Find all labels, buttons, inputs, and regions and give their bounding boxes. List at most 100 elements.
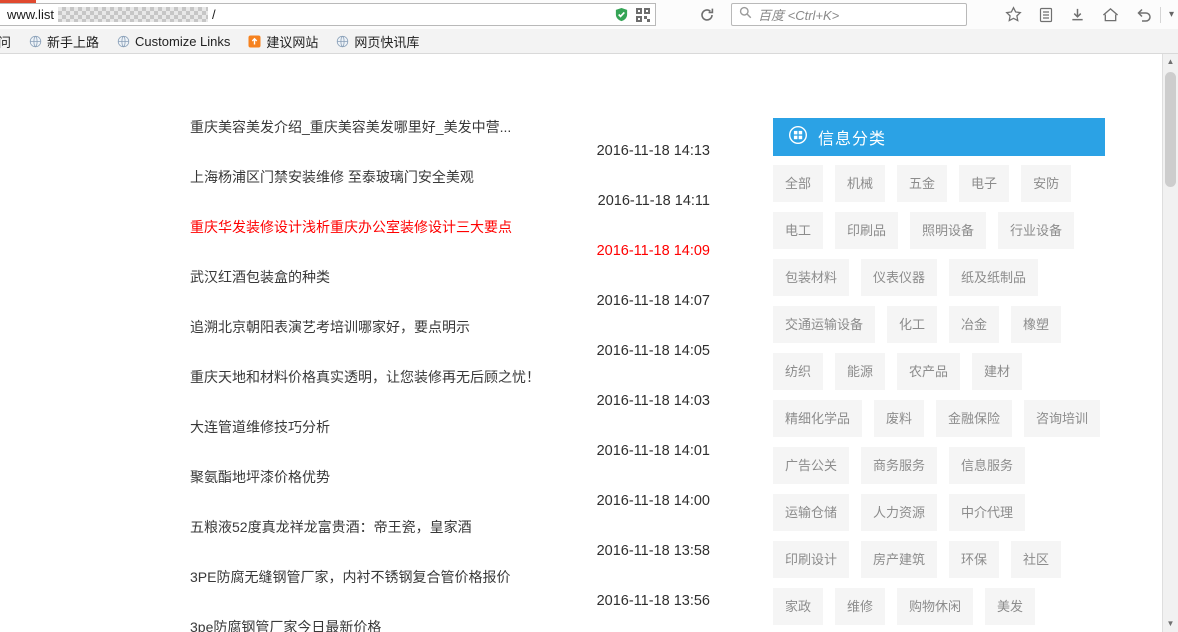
article-title-link[interactable]: 重庆天地和材料价格真实透明，让您装修再无后顾之忧！ bbox=[190, 366, 540, 388]
article-title-link[interactable]: 五粮液52度真龙祥龙富贵酒：帝王瓷，皇家酒 bbox=[190, 516, 472, 538]
category-button[interactable]: 金融保险 bbox=[936, 400, 1012, 437]
category-button[interactable]: 包装材料 bbox=[773, 259, 849, 296]
category-button[interactable]: 建材 bbox=[972, 353, 1022, 390]
address-bar[interactable]: www.list / bbox=[0, 3, 656, 26]
article-title-link[interactable]: 上海杨浦区门禁安装维修 至泰玻璃门安全美观 bbox=[190, 166, 474, 188]
category-button[interactable]: 咨询培训 bbox=[1024, 400, 1100, 437]
category-button[interactable]: 印刷设计 bbox=[773, 541, 849, 578]
article-title-link[interactable]: 3pe防腐钢管厂家今日最新价格 bbox=[190, 616, 381, 632]
bookmark-item[interactable]: 网页快讯库 bbox=[336, 32, 419, 51]
category-button[interactable]: 家政 bbox=[773, 588, 823, 625]
article-timestamp: 2016-11-18 14:09 bbox=[597, 241, 710, 261]
article-title-link[interactable]: 大连管道维修技巧分析 bbox=[190, 416, 330, 438]
bookmark-label: 网页快讯库 bbox=[354, 32, 419, 51]
home-icon[interactable] bbox=[1102, 7, 1119, 22]
security-shield-icon[interactable] bbox=[614, 7, 629, 22]
url-blurred-segment bbox=[58, 7, 208, 22]
refresh-button[interactable] bbox=[693, 3, 720, 26]
category-button[interactable]: 五金 bbox=[897, 165, 947, 202]
article-timestamp: 2016-11-18 14:00 bbox=[597, 491, 710, 511]
bookmark-label: Customize Links bbox=[135, 34, 230, 49]
article-row: 3PE防腐无缝钢管厂家，内衬不锈钢复合管价格报价2016-11-18 13:56 bbox=[190, 562, 710, 612]
category-button[interactable]: 照明设备 bbox=[910, 212, 986, 249]
category-button[interactable]: 安防 bbox=[1021, 165, 1071, 202]
article-row: 重庆天地和材料价格真实透明，让您装修再无后顾之忧！ 2016-11-18 14:0… bbox=[190, 362, 710, 412]
url-text-suffix: / bbox=[212, 7, 216, 22]
category-button[interactable]: 电工 bbox=[773, 212, 823, 249]
article-timestamp: 2016-11-18 14:05 bbox=[597, 341, 710, 361]
bookmark-item[interactable]: 新手上路 bbox=[29, 32, 99, 51]
category-button[interactable]: 冶金 bbox=[949, 306, 999, 343]
article-row: 重庆美容美发介绍_重庆美容美发哪里好_美发中营...2016-11-18 14:… bbox=[190, 112, 710, 162]
category-button[interactable]: 全部 bbox=[773, 165, 823, 202]
bookmark-item[interactable]: Customize Links bbox=[117, 34, 230, 49]
category-button[interactable]: 精细化学品 bbox=[773, 400, 862, 437]
article-timestamp: 2016-11-18 14:11 bbox=[598, 191, 710, 211]
article-row: 上海杨浦区门禁安装维修 至泰玻璃门安全美观 2016-11-18 14:11 bbox=[190, 162, 710, 212]
globe-icon bbox=[117, 35, 130, 48]
qr-code-icon[interactable] bbox=[636, 8, 650, 22]
bookmark-label: 新手上路 bbox=[47, 32, 99, 51]
category-button[interactable]: 行业设备 bbox=[998, 212, 1074, 249]
search-input[interactable]: 百度 <Ctrl+K> bbox=[731, 3, 967, 26]
category-button[interactable]: 运输仓储 bbox=[773, 494, 849, 531]
category-grid: 全部机械五金电子安防电工印刷品照明设备行业设备包装材料仪表仪器纸及纸制品交通运输… bbox=[773, 165, 1105, 632]
bookmark-item-clipped[interactable]: 问 bbox=[0, 32, 11, 51]
page-scrollbar[interactable]: ▲ ▼ bbox=[1162, 54, 1178, 632]
article-title-link[interactable]: 武汉红酒包装盒的种类 bbox=[190, 266, 330, 288]
category-button[interactable]: 能源 bbox=[835, 353, 885, 390]
category-button[interactable]: 商务服务 bbox=[861, 447, 937, 484]
category-button[interactable]: 农产品 bbox=[897, 353, 960, 390]
article-timestamp: 2016-11-18 14:07 bbox=[597, 291, 710, 311]
category-button[interactable]: 广告公关 bbox=[773, 447, 849, 484]
category-button[interactable]: 信息服务 bbox=[949, 447, 1025, 484]
browser-chrome: www.list / 百度 <Ctrl+K> bbox=[0, 0, 1178, 54]
scrollbar-thumb[interactable] bbox=[1165, 72, 1176, 187]
category-button[interactable]: 纺织 bbox=[773, 353, 823, 390]
search-placeholder: 百度 <Ctrl+K> bbox=[758, 5, 839, 24]
scroll-down-arrow[interactable]: ▼ bbox=[1163, 616, 1178, 632]
globe-icon bbox=[336, 35, 349, 48]
category-button[interactable]: 废料 bbox=[874, 400, 924, 437]
category-button[interactable]: 购物休闲 bbox=[897, 588, 973, 625]
toolbar-buttons: ▾ bbox=[1005, 2, 1174, 27]
article-title-link[interactable]: 重庆华发装修设计浅析重庆办公室装修设计三大要点 bbox=[190, 216, 512, 238]
browser-toolbar: www.list / 百度 <Ctrl+K> bbox=[0, 0, 1178, 29]
category-button[interactable]: 电子 bbox=[959, 165, 1009, 202]
article-timestamp: 2016-11-18 14:01 bbox=[597, 441, 710, 461]
undo-icon[interactable] bbox=[1136, 8, 1152, 22]
category-button[interactable]: 交通运输设备 bbox=[773, 306, 875, 343]
bookmark-item[interactable]: 建议网站 bbox=[248, 32, 318, 51]
article-title-link[interactable]: 重庆美容美发介绍_重庆美容美发哪里好_美发中营... bbox=[190, 116, 511, 138]
downloads-icon[interactable] bbox=[1070, 7, 1085, 22]
scroll-up-arrow[interactable]: ▲ bbox=[1163, 54, 1178, 70]
webpage-content: 重庆美容美发介绍_重庆美容美发哪里好_美发中营... 2016-11-18 14:… bbox=[0, 54, 1162, 632]
category-button[interactable]: 印刷品 bbox=[835, 212, 898, 249]
category-button[interactable]: 社区 bbox=[1011, 541, 1061, 578]
category-button[interactable]: 中介代理 bbox=[949, 494, 1025, 531]
article-row: 聚氨酯地坪漆价格优势 2016-11-18 14:00 bbox=[190, 462, 710, 512]
category-button[interactable]: 橡塑 bbox=[1011, 306, 1061, 343]
sidebar-header: 信息分类 bbox=[773, 118, 1105, 156]
article-row: 五粮液52度真龙祥龙富贵酒：帝王瓷，皇家酒2016-11-18 13:58 bbox=[190, 512, 710, 562]
article-title-link[interactable]: 追溯北京朝阳表演艺考培训哪家好，要点明示 bbox=[190, 316, 470, 338]
article-title-link[interactable]: 聚氨酯地坪漆价格优势 bbox=[190, 466, 330, 488]
category-button[interactable]: 环保 bbox=[949, 541, 999, 578]
category-button[interactable]: 仪表仪器 bbox=[861, 259, 937, 296]
category-grid-icon bbox=[788, 125, 808, 150]
category-button[interactable]: 机械 bbox=[835, 165, 885, 202]
bookmarks-menu-icon[interactable] bbox=[1039, 7, 1053, 23]
category-button[interactable]: 人力资源 bbox=[861, 494, 937, 531]
category-button[interactable]: 纸及纸制品 bbox=[949, 259, 1038, 296]
category-sidebar: 信息分类 全部机械五金电子安防电工印刷品照明设备行业设备包装材料仪表仪器纸及纸制… bbox=[773, 118, 1105, 632]
category-button[interactable]: 美发 bbox=[985, 588, 1035, 625]
article-title-link[interactable]: 3PE防腐无缝钢管厂家，内衬不锈钢复合管价格报价 bbox=[190, 566, 510, 588]
dropdown-caret-icon[interactable]: ▾ bbox=[1169, 9, 1174, 20]
category-button[interactable]: 化工 bbox=[887, 306, 937, 343]
article-row: 重庆华发装修设计浅析重庆办公室装修设计三大要点 2016-11-18 14:09 bbox=[190, 212, 710, 262]
category-button[interactable]: 维修 bbox=[835, 588, 885, 625]
article-timestamp: 2016-11-18 14:03 bbox=[597, 391, 710, 411]
bookmark-star-icon[interactable] bbox=[1005, 6, 1022, 23]
category-button[interactable]: 房产建筑 bbox=[861, 541, 937, 578]
button-separator bbox=[1160, 7, 1161, 23]
